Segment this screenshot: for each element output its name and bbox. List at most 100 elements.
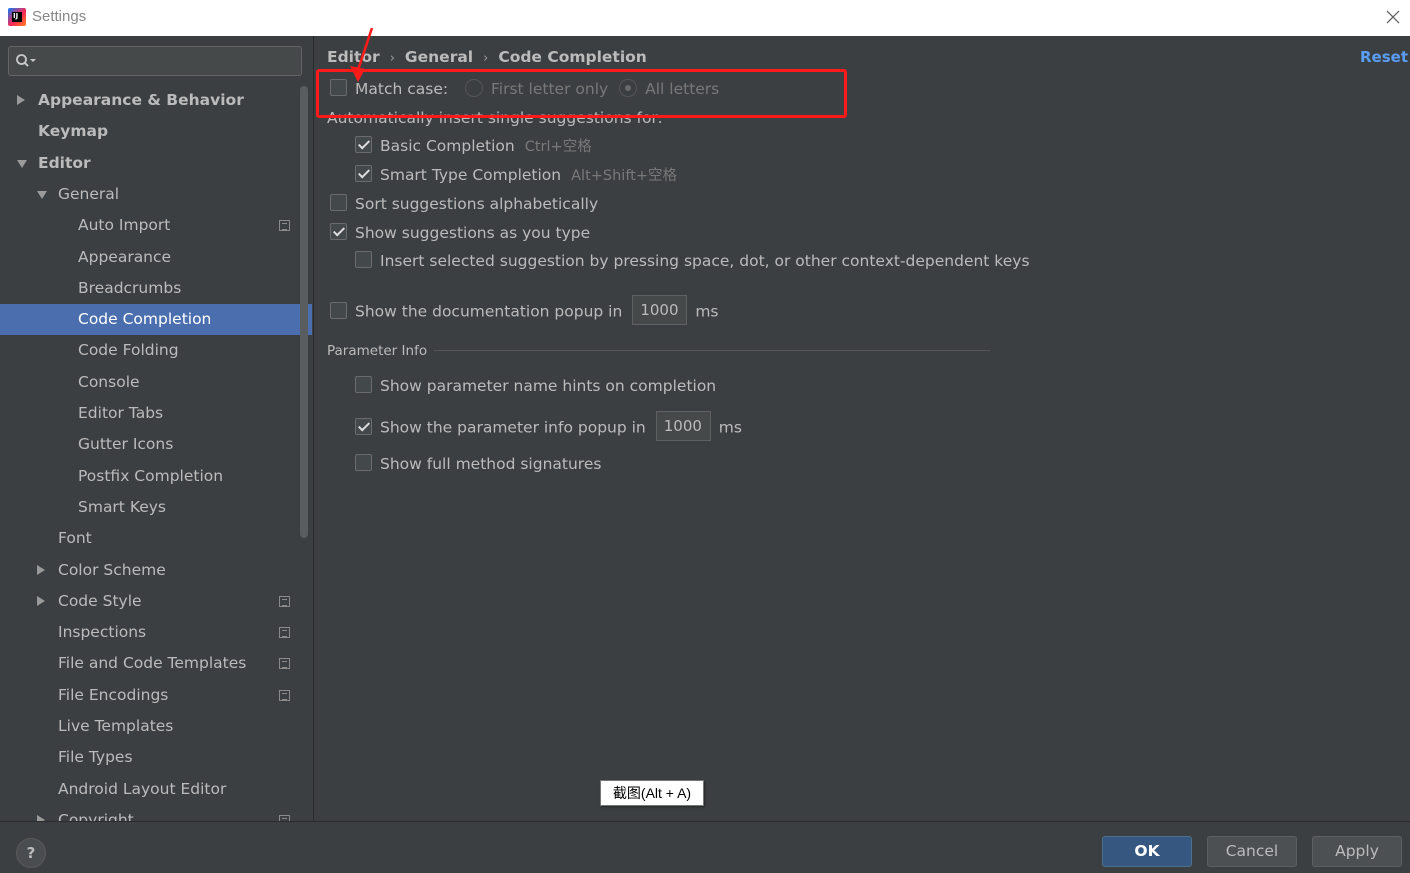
sidebar-item-postfix-completion[interactable]: Postfix Completion — [0, 461, 300, 492]
sidebar-item-label: Auto Import — [78, 216, 171, 235]
basic-completion-row: Basic Completion Ctrl+空格 — [355, 134, 592, 158]
sidebar-item-label: Editor — [38, 153, 91, 172]
smart-type-completion-checkbox[interactable] — [355, 165, 372, 182]
sidebar-item-general[interactable]: General — [0, 179, 300, 210]
red-arrow-annotation-icon — [350, 28, 374, 82]
basic-completion-shortcut: Ctrl+空格 — [524, 139, 592, 155]
search-icon[interactable] — [15, 53, 37, 69]
full-signatures-checkbox[interactable] — [355, 454, 372, 471]
reset-link[interactable]: Reset — [1360, 48, 1408, 66]
param-info-popup-checkbox[interactable] — [355, 417, 372, 435]
sidebar-scrollbar[interactable] — [300, 86, 308, 538]
sidebar-item-file-types[interactable]: File Types — [0, 742, 300, 773]
sidebar-item-code-folding[interactable]: Code Folding — [0, 335, 300, 366]
project-scope-icon — [279, 220, 290, 232]
sidebar-item-gutter-icons[interactable]: Gutter Icons — [0, 429, 300, 460]
cancel-button[interactable]: Cancel — [1207, 836, 1297, 867]
sidebar-item-label: Console — [78, 372, 140, 391]
project-scope-icon — [279, 689, 290, 701]
sidebar-item-appearance-behavior[interactable]: Appearance & Behavior — [0, 85, 300, 116]
doc-popup-delay-input[interactable]: 1000 — [632, 295, 688, 325]
sidebar-item-copyright[interactable]: Copyright — [0, 805, 300, 821]
param-info-popup-label: Show the parameter info popup in — [380, 418, 646, 437]
breadcrumb-general[interactable]: General — [405, 48, 473, 66]
sidebar-item-label: Gutter Icons — [78, 435, 174, 454]
window-title: Settings — [32, 8, 87, 25]
sidebar-item-label: Color Scheme — [58, 560, 166, 579]
help-button[interactable]: ? — [16, 838, 46, 868]
sidebar-item-label: Code Completion — [78, 310, 212, 329]
doc-popup-checkbox[interactable] — [330, 301, 347, 319]
intellij-app-icon: IJ — [8, 8, 26, 26]
sidebar-item-editor[interactable]: Editor — [0, 148, 300, 179]
sidebar-item-android-layout-editor[interactable]: Android Layout Editor — [0, 774, 300, 805]
sidebar-item-editor-tabs[interactable]: Editor Tabs — [0, 398, 300, 429]
sidebar-item-code-style[interactable]: Code Style — [0, 586, 300, 617]
project-scope-icon — [279, 595, 290, 607]
basic-completion-checkbox[interactable] — [355, 136, 372, 153]
full-signatures-label: Show full method signatures — [380, 455, 602, 473]
collapse-arrow-icon[interactable] — [37, 190, 47, 199]
sidebar-item-label: Appearance — [78, 247, 172, 266]
search-input[interactable] — [8, 46, 302, 76]
param-name-hints-row: Show parameter name hints on completion — [355, 374, 716, 398]
full-signatures-row: Show full method signatures — [355, 452, 601, 476]
sidebar-item-label: Live Templates — [58, 717, 174, 735]
smart-type-completion-shortcut: Alt+Shift+空格 — [571, 168, 678, 184]
sidebar-item-smart-keys[interactable]: Smart Keys — [0, 492, 300, 523]
sidebar-item-auto-import[interactable]: Auto Import — [0, 210, 300, 241]
expand-arrow-icon[interactable] — [37, 564, 45, 575]
sidebar-item-keymap[interactable]: Keymap — [0, 116, 300, 147]
param-name-hints-checkbox[interactable] — [355, 376, 372, 393]
smart-type-completion-label: Smart Type Completion — [380, 166, 562, 184]
sort-alphabetically-label: Sort suggestions alphabetically — [355, 195, 599, 213]
dialog-button-bar: ? OK Cancel Apply — [0, 821, 1410, 873]
project-scope-icon — [279, 627, 290, 639]
sidebar-item-inspections[interactable]: Inspections — [0, 617, 300, 648]
sidebar-item-label: Inspections — [58, 623, 147, 642]
collapse-arrow-icon[interactable] — [17, 159, 27, 168]
insert-selected-checkbox[interactable] — [355, 251, 372, 268]
sidebar-item-color-scheme[interactable]: Color Scheme — [0, 555, 300, 586]
section-divider — [434, 350, 990, 351]
expand-arrow-icon[interactable] — [17, 95, 25, 105]
breadcrumb-code-completion: Code Completion — [498, 48, 647, 66]
sort-alphabetically-row: Sort suggestions alphabetically — [330, 192, 598, 216]
doc-popup-label: Show the documentation popup in — [355, 302, 623, 321]
doc-popup-row: Show the documentation popup in 1000 ms — [330, 295, 719, 325]
param-info-delay-input[interactable]: 1000 — [655, 411, 711, 441]
sidebar-item-font[interactable]: Font — [0, 523, 300, 554]
show-as-you-type-checkbox[interactable] — [330, 223, 347, 240]
sort-alphabetically-checkbox[interactable] — [330, 194, 347, 211]
expand-arrow-icon[interactable] — [37, 595, 45, 606]
breadcrumb-separator: › — [389, 51, 395, 66]
sidebar-item-label: Font — [58, 529, 92, 548]
sidebar-item-label: Android Layout Editor — [58, 779, 227, 798]
ok-button[interactable]: OK — [1102, 836, 1192, 867]
sidebar-item-breadcrumbs[interactable]: Breadcrumbs — [0, 273, 300, 304]
close-icon[interactable] — [1382, 6, 1404, 28]
screenshot-tooltip: 截图(Alt + A) — [600, 780, 704, 806]
project-scope-icon — [279, 658, 290, 670]
sidebar-item-console[interactable]: Console — [0, 367, 300, 398]
sidebar-item-label: Editor Tabs — [78, 404, 164, 422]
sidebar-item-file-encodings[interactable]: File Encodings — [0, 680, 300, 711]
sidebar-item-label: Postfix Completion — [78, 466, 224, 485]
apply-button[interactable]: Apply — [1312, 836, 1402, 867]
settings-sidebar: Appearance & Behavior Keymap Editor General… — [0, 36, 312, 821]
title-bar: IJ Settings — [0, 0, 1410, 36]
sidebar-item-appearance[interactable]: Appearance — [0, 242, 300, 273]
sidebar-item-label: Copyright — [58, 810, 134, 821]
smart-type-completion-row: Smart Type Completion Alt+Shift+空格 — [355, 163, 677, 187]
param-info-popup-row: Show the parameter info popup in 1000 ms — [355, 411, 742, 441]
sidebar-item-file-and-code-templates[interactable]: File and Code Templates — [0, 648, 300, 679]
sidebar-item-code-completion[interactable]: Code Completion — [0, 304, 312, 336]
sidebar-item-label: Appearance & Behavior — [38, 91, 244, 109]
breadcrumb-separator: › — [483, 51, 489, 66]
sidebar-item-label: Smart Keys — [78, 497, 166, 516]
doc-popup-unit: ms — [695, 302, 719, 321]
app-icon-text: IJ — [13, 12, 19, 20]
show-as-you-type-row: Show suggestions as you type — [330, 221, 590, 245]
sidebar-item-label: File Types — [58, 748, 133, 767]
sidebar-item-live-templates[interactable]: Live Templates — [0, 711, 300, 742]
